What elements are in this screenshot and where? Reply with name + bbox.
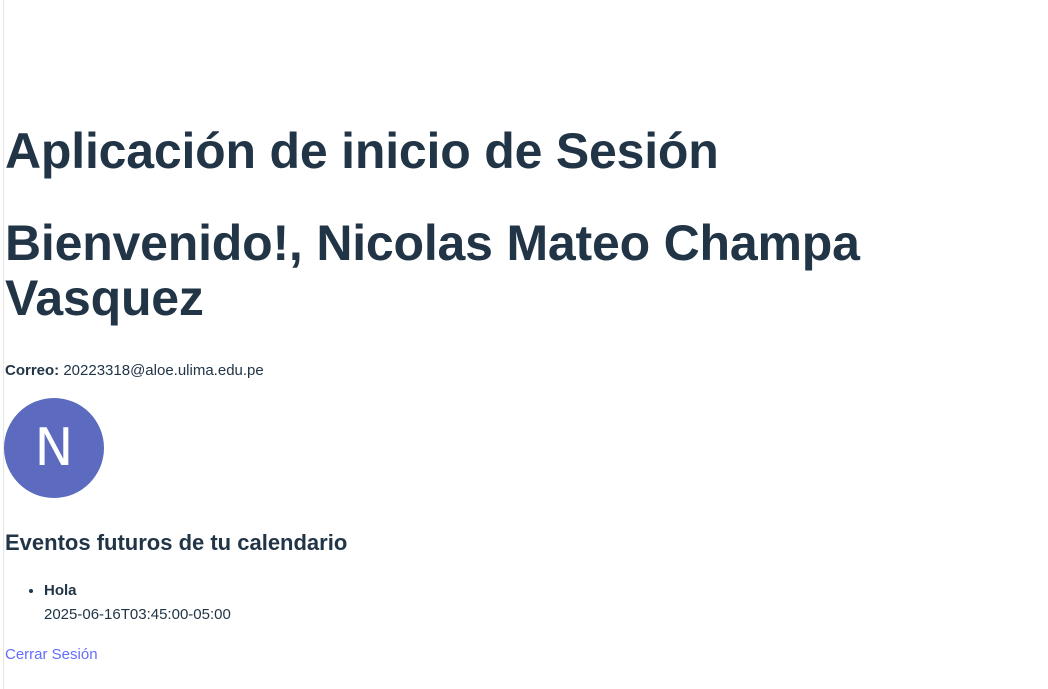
app-title: Aplicación de inicio de Sesión: [5, 123, 719, 179]
email-line: Correo: 20223318@aloe.ulima.edu.pe: [5, 361, 264, 381]
event-datetime: 2025-06-16T03:45:00-05:00: [44, 606, 231, 623]
left-edge-divider: [3, 0, 4, 689]
events-heading: Eventos futuros de tu calendario: [5, 530, 348, 555]
email-value: 20223318@aloe.ulima.edu.pe: [63, 362, 264, 379]
avatar-initial: N: [34, 418, 74, 478]
logout-link[interactable]: Cerrar Sesión: [5, 645, 98, 665]
events-list: Hola 2025-06-16T03:45:00-05:00: [5, 579, 231, 627]
email-label: Correo:: [5, 362, 60, 379]
avatar: N: [4, 398, 104, 498]
list-item: Hola 2025-06-16T03:45:00-05:00: [44, 579, 231, 627]
event-title: Hola: [44, 582, 77, 599]
welcome-heading: Bienvenido!, Nicolas Mateo Champa Vasque…: [5, 215, 860, 326]
